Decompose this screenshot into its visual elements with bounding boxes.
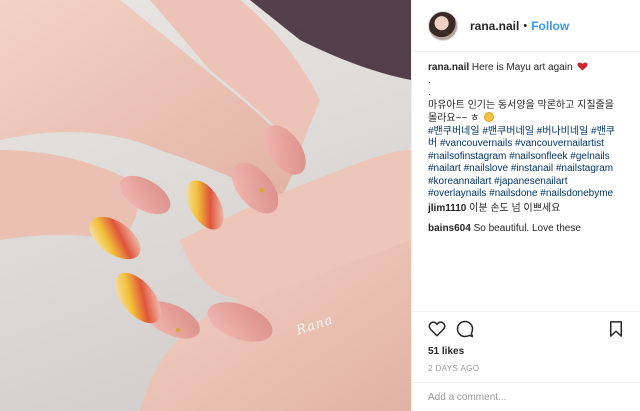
post-sidebar: rana.nail • Follow rana.nail Here is May… <box>411 0 640 411</box>
post-photo[interactable]: Rana <box>0 0 411 411</box>
post-footer: 51 likes 2 DAYS AGO <box>412 311 640 411</box>
comment-text: 이분 손도 넘 이쁘세요 <box>469 202 561 214</box>
comment-username[interactable]: bains604 <box>428 223 471 234</box>
caption-text: Here is Mayu art again <box>471 62 573 73</box>
save-icon[interactable] <box>607 320 625 338</box>
comment-item: bains604 So beautiful. Love these <box>428 223 624 236</box>
comment-username[interactable]: jlim1110 <box>428 203 466 214</box>
grin-emoji-icon <box>484 112 495 122</box>
comment-text: So beautiful. Love these <box>473 223 581 234</box>
comment-item: jlim1110 이분 손도 넘 이쁘세요 <box>428 203 624 216</box>
caption-korean: 마유아트 인기는 동서양을 막론하고 지칠줄을 몰라요~~ ㅎ <box>428 99 614 125</box>
caption-dot-1: . <box>428 74 431 86</box>
comments-list: rana.nail Here is Mayu art again . . 마유아… <box>412 52 640 302</box>
comment-icon[interactable] <box>456 320 474 338</box>
add-comment-bar <box>412 382 640 411</box>
caption-hashtags[interactable]: #밴쿠버네일 #밴쿠버네일 #버나비네일 #밴쿠버 #vancouvernail… <box>428 126 624 201</box>
heart-emoji-icon <box>577 62 588 71</box>
separator-dot: • <box>523 19 528 32</box>
caption-dot-2: . <box>428 87 431 98</box>
likes-count[interactable]: 51 likes <box>428 346 625 357</box>
post-timestamp: 2 DAYS AGO <box>428 364 480 373</box>
avatar[interactable] <box>428 10 458 41</box>
follow-button[interactable]: Follow <box>531 19 569 33</box>
caption: rana.nail Here is Mayu art again <box>428 62 624 75</box>
caption-username[interactable]: rana.nail <box>428 62 469 73</box>
caption-korean-line: 마유아트 인기는 동서양을 막론하고 지칠줄을 몰라요~~ ㅎ <box>428 100 624 126</box>
heart-icon[interactable] <box>428 320 446 338</box>
action-bar <box>428 312 625 346</box>
author-username[interactable]: rana.nail <box>470 19 519 33</box>
post-header: rana.nail • Follow <box>412 0 640 52</box>
add-comment-input[interactable] <box>428 392 625 403</box>
nails-illustration <box>0 0 411 411</box>
